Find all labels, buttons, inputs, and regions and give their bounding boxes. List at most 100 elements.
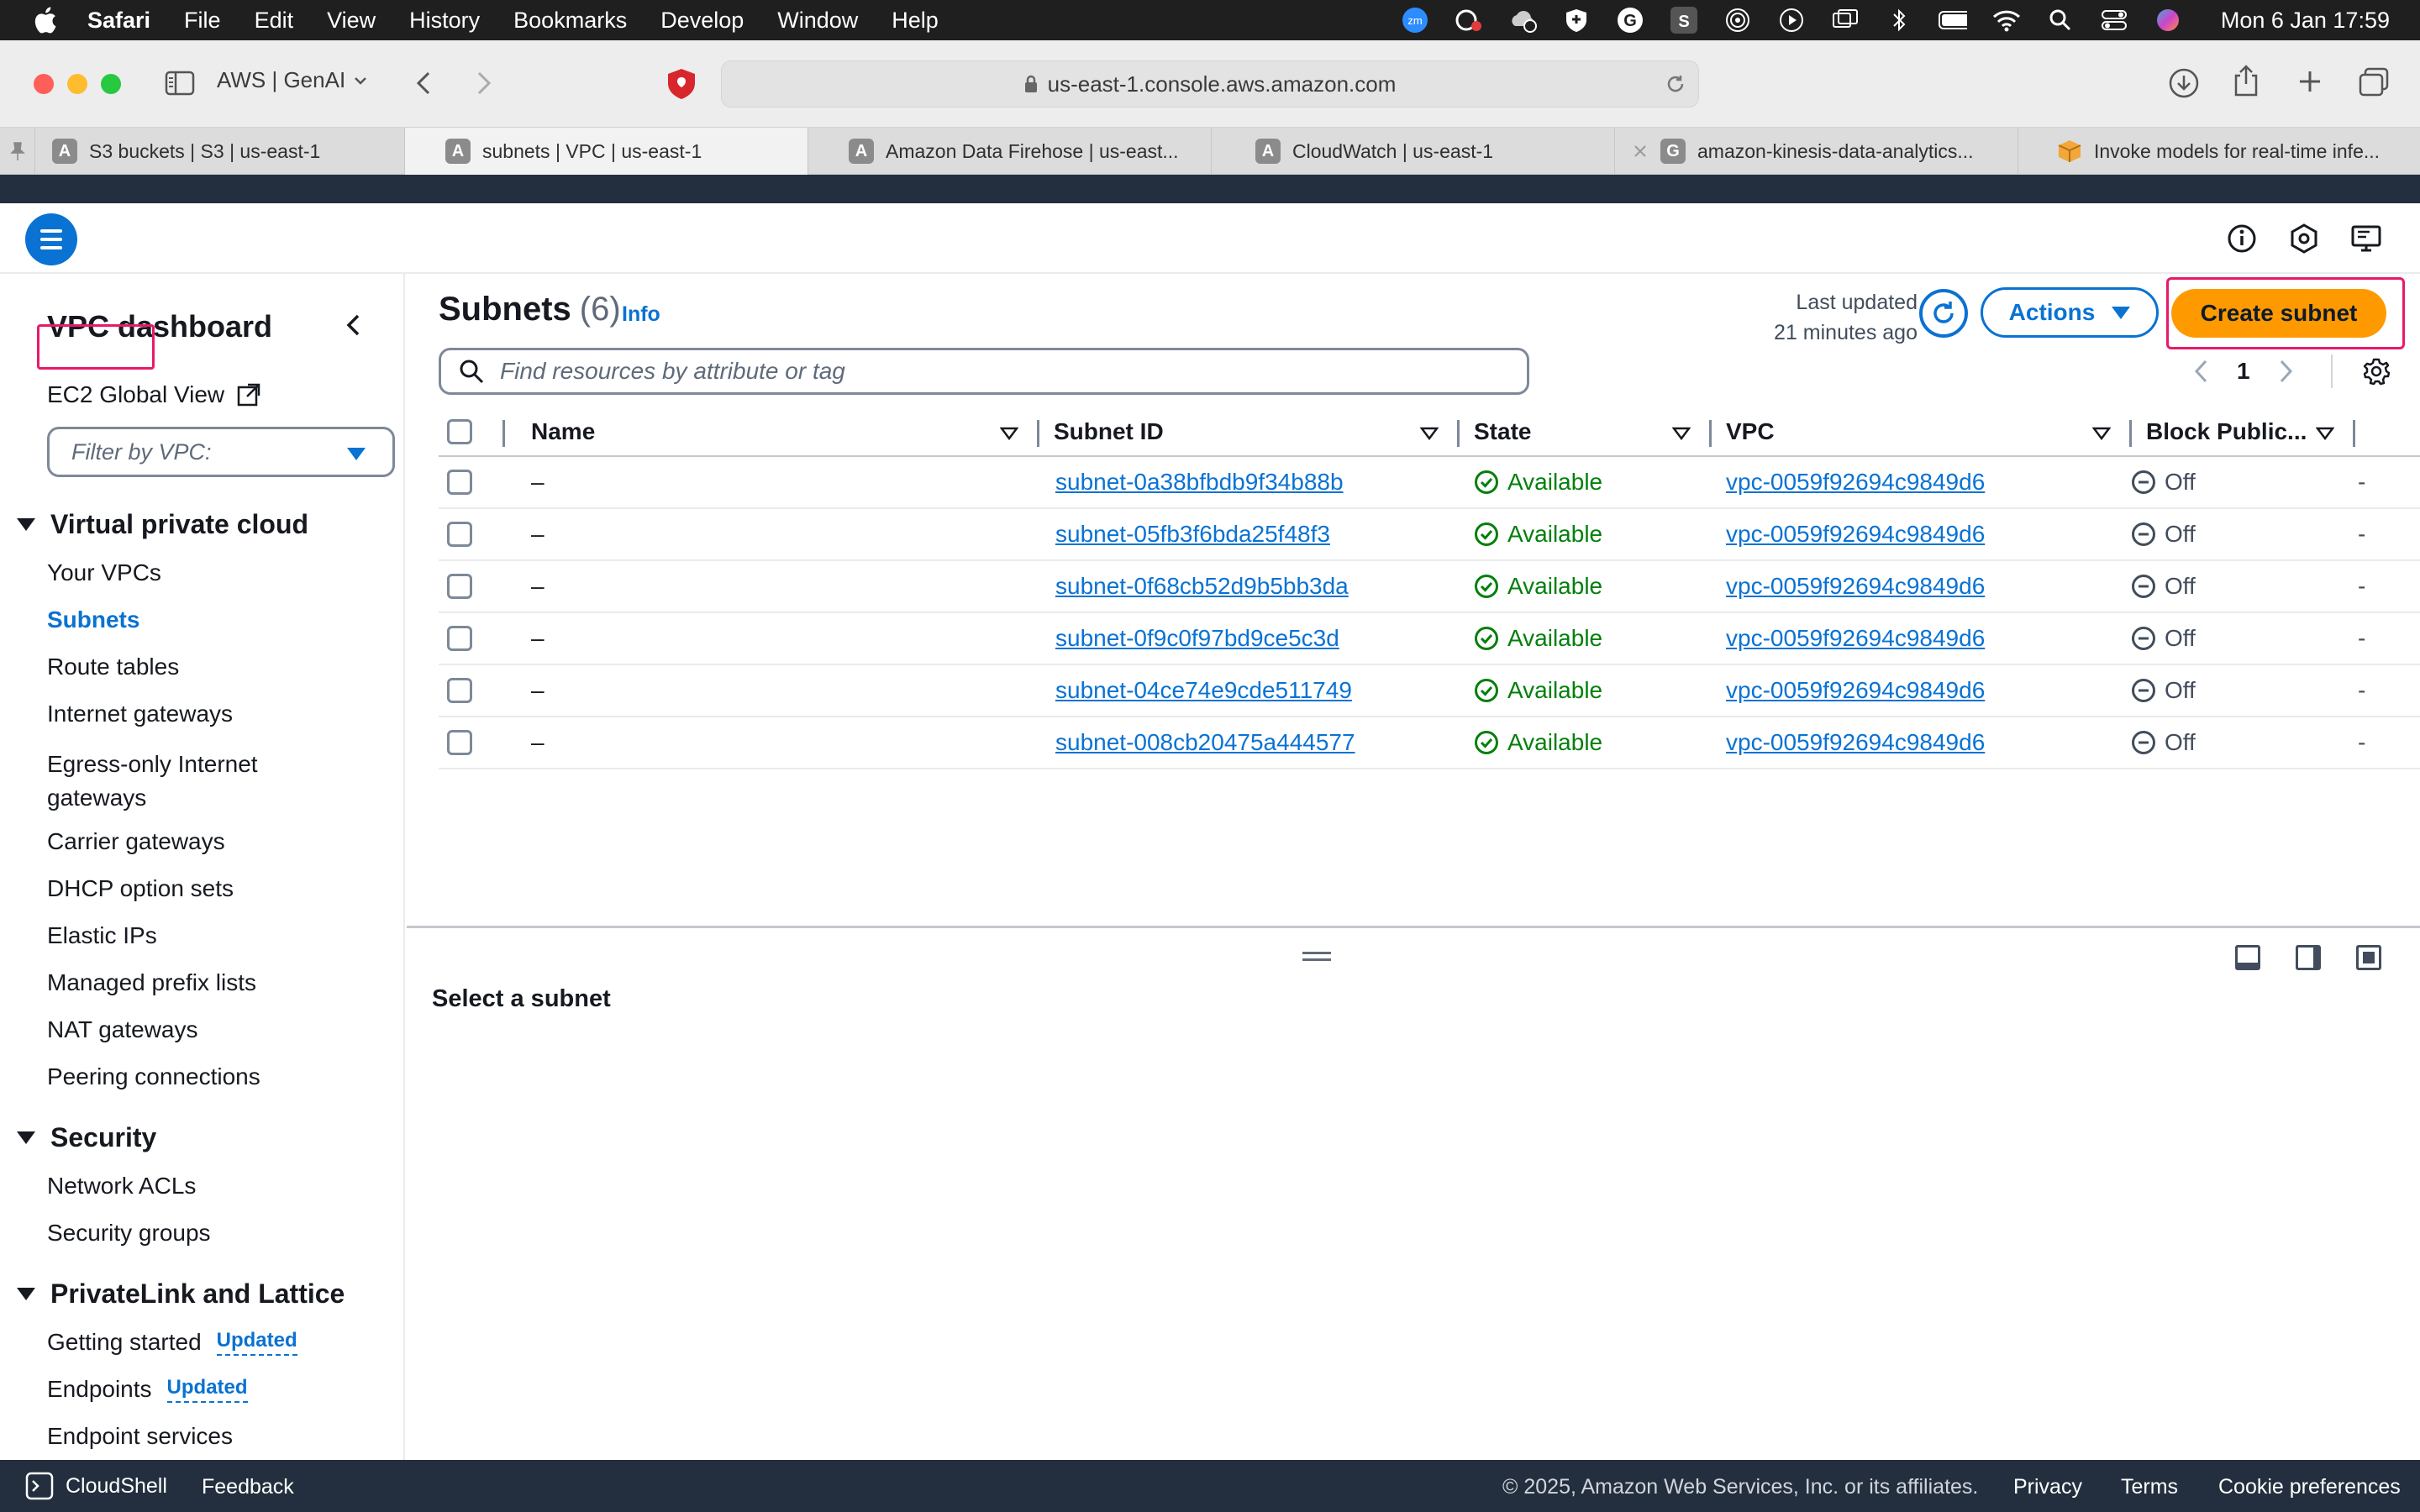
sort-icon[interactable] xyxy=(1000,427,1018,440)
play-icon[interactable] xyxy=(1777,8,1806,33)
display-settings-icon[interactable] xyxy=(2349,222,2383,255)
column-header-vpc[interactable]: VPC xyxy=(1726,408,1775,455)
checkbox[interactable] xyxy=(447,730,472,755)
menu-develop[interactable]: Develop xyxy=(660,8,744,34)
checkbox[interactable] xyxy=(447,470,472,495)
column-divider[interactable] xyxy=(1037,420,1039,447)
sidebar-item-ec2-global-view[interactable]: EC2 Global View xyxy=(47,381,261,408)
subnet-id-link[interactable]: subnet-04ce74e9cde511749 xyxy=(1055,665,1352,716)
row-select[interactable] xyxy=(447,613,472,664)
sort-icon[interactable] xyxy=(2092,427,2111,440)
row-select[interactable] xyxy=(447,561,472,612)
column-header-subnet-id[interactable]: Subnet ID xyxy=(1054,408,1164,455)
airdrop-icon[interactable] xyxy=(1723,8,1752,33)
section-virtual-private-cloud[interactable]: Virtual private cloud xyxy=(17,509,308,540)
table-row[interactable]: – subnet-0f9c0f97bd9ce5c3d Available vpc-00… xyxy=(439,613,2420,665)
select-all-checkbox[interactable] xyxy=(447,408,472,455)
close-tab-icon[interactable] xyxy=(1632,143,1649,160)
cloudshell-button[interactable]: CloudShell xyxy=(25,1472,167,1500)
menu-file[interactable]: File xyxy=(184,8,221,34)
row-select[interactable] xyxy=(447,457,472,507)
sidebar-item-route-tables[interactable]: Route tables xyxy=(47,654,179,680)
vpc-id-link[interactable]: vpc-0059f92694c9849d6 xyxy=(1726,665,1985,716)
gear-icon[interactable] xyxy=(2361,356,2391,386)
back-icon[interactable] xyxy=(415,71,432,96)
control-center-icon[interactable] xyxy=(2100,8,2128,33)
column-header-name[interactable]: Name xyxy=(531,408,595,455)
sidebar-item-getting-started[interactable]: Getting started Updated xyxy=(47,1329,297,1356)
menu-history[interactable]: History xyxy=(409,8,480,34)
close-window-button[interactable] xyxy=(34,74,54,94)
vpc-id-link[interactable]: vpc-0059f92694c9849d6 xyxy=(1726,509,1985,559)
chevron-left-icon[interactable] xyxy=(2193,359,2208,384)
checkbox[interactable] xyxy=(447,678,472,703)
menu-bookmarks[interactable]: Bookmarks xyxy=(513,8,627,34)
chevron-left-icon[interactable] xyxy=(339,311,368,339)
wifi-icon[interactable] xyxy=(1992,8,2021,33)
sidebar-item-network-acls[interactable]: Network ACLs xyxy=(47,1173,196,1200)
sidebar-toggle-icon[interactable] xyxy=(165,71,195,96)
page-number[interactable]: 1 xyxy=(2237,358,2250,385)
menu-window[interactable]: Window xyxy=(777,8,858,34)
sidebar-item-managed-prefix-lists[interactable]: Managed prefix lists xyxy=(47,969,256,996)
sidebar-item-elastic-ips[interactable]: Elastic IPs xyxy=(47,922,157,949)
table-row[interactable]: – subnet-04ce74e9cde511749 Available vpc-00… xyxy=(439,665,2420,717)
zoom-icon[interactable]: zm xyxy=(1401,8,1429,33)
vpc-id-link[interactable]: vpc-0059f92694c9849d6 xyxy=(1726,561,1985,612)
sidebar-item-security-groups[interactable]: Security groups xyxy=(47,1220,211,1247)
cookie-preferences-link[interactable]: Cookie preferences xyxy=(2218,1475,2401,1499)
bluetooth-icon[interactable] xyxy=(1885,8,1913,33)
vpc-id-link[interactable]: vpc-0059f92694c9849d6 xyxy=(1726,457,1985,507)
sidebar-item-egress-only-internet-gateways[interactable]: Egress-only Internet gateways xyxy=(47,748,258,815)
creative-cloud-icon[interactable] xyxy=(1455,8,1483,33)
sidebar-item-nat-gateways[interactable]: NAT gateways xyxy=(47,1016,197,1043)
vpc-id-link[interactable]: vpc-0059f92694c9849d6 xyxy=(1726,717,1985,768)
table-row[interactable]: – subnet-0a38bfbdb9f34b88b Available vpc-00… xyxy=(439,457,2420,509)
subnet-id-link[interactable]: subnet-0f9c0f97bd9ce5c3d xyxy=(1055,613,1339,664)
checkbox[interactable] xyxy=(447,419,472,444)
sidebar-item-endpoints[interactable]: Endpoints Updated xyxy=(47,1376,248,1403)
column-divider[interactable] xyxy=(2129,420,2132,447)
shield-vpn-icon[interactable] xyxy=(1562,8,1591,33)
resource-search-input[interactable]: Find resources by attribute or tag xyxy=(439,348,1529,395)
subnet-id-link[interactable]: subnet-008cb20475a444577 xyxy=(1055,717,1355,768)
create-subnet-button[interactable]: Create subnet xyxy=(2171,289,2386,338)
vpc-filter-select[interactable]: Filter by VPC: xyxy=(47,427,395,477)
table-row[interactable]: – subnet-0f68cb52d9b5bb3da Available vpc-00… xyxy=(439,561,2420,613)
menu-edit[interactable]: Edit xyxy=(255,8,294,34)
chevron-right-icon[interactable] xyxy=(2279,359,2294,384)
vpc-id-link[interactable]: vpc-0059f92694c9849d6 xyxy=(1726,613,1985,664)
privacy-shield-icon[interactable] xyxy=(666,67,697,101)
minimize-window-button[interactable] xyxy=(67,74,87,94)
pinned-tab[interactable] xyxy=(0,128,35,175)
row-select[interactable] xyxy=(447,717,472,768)
tab-subnets[interactable]: Asubnets | VPC | us-east-1 xyxy=(405,128,808,175)
skype-icon[interactable]: S xyxy=(1670,7,1698,34)
zoom-window-button[interactable] xyxy=(101,74,121,94)
sidebar-item-dhcp-option-sets[interactable]: DHCP option sets xyxy=(47,875,234,902)
checkbox[interactable] xyxy=(447,574,472,599)
sidebar-item-carrier-gateways[interactable]: Carrier gateways xyxy=(47,828,225,855)
downloads-icon[interactable] xyxy=(2168,67,2200,99)
sort-icon[interactable] xyxy=(1420,427,1439,440)
subnet-id-link[interactable]: subnet-0f68cb52d9b5bb3da xyxy=(1055,561,1349,612)
refresh-button[interactable] xyxy=(1919,289,1968,338)
column-header-state[interactable]: State xyxy=(1474,408,1531,455)
checkbox[interactable] xyxy=(447,626,472,651)
grammarly-icon[interactable]: G xyxy=(1616,8,1644,33)
terms-link[interactable]: Terms xyxy=(2121,1475,2178,1499)
tab-s3-buckets[interactable]: A S3 buckets | S3 | us-east-1 xyxy=(35,128,405,175)
section-privatelink-and-lattice[interactable]: PrivateLink and Lattice xyxy=(17,1278,345,1310)
subnet-id-link[interactable]: subnet-0a38bfbdb9f34b88b xyxy=(1055,457,1344,507)
cloud-sync-icon[interactable] xyxy=(1508,8,1537,33)
table-row[interactable]: – subnet-008cb20475a444577 Available vpc-00… xyxy=(439,717,2420,769)
section-security[interactable]: Security xyxy=(17,1122,156,1153)
sidebar-item-endpoint-services[interactable]: Endpoint services xyxy=(47,1423,233,1450)
forward-icon[interactable] xyxy=(476,71,492,96)
panel-side-icon[interactable] xyxy=(2296,945,2321,970)
checkbox[interactable] xyxy=(447,522,472,547)
sidebar-item-your-vpcs[interactable]: Your VPCs xyxy=(47,559,161,586)
info-link[interactable]: Info xyxy=(622,302,660,327)
menu-view[interactable]: View xyxy=(327,8,376,34)
tab-cloudwatch[interactable]: A CloudWatch | us-east-1 xyxy=(1212,128,1615,175)
